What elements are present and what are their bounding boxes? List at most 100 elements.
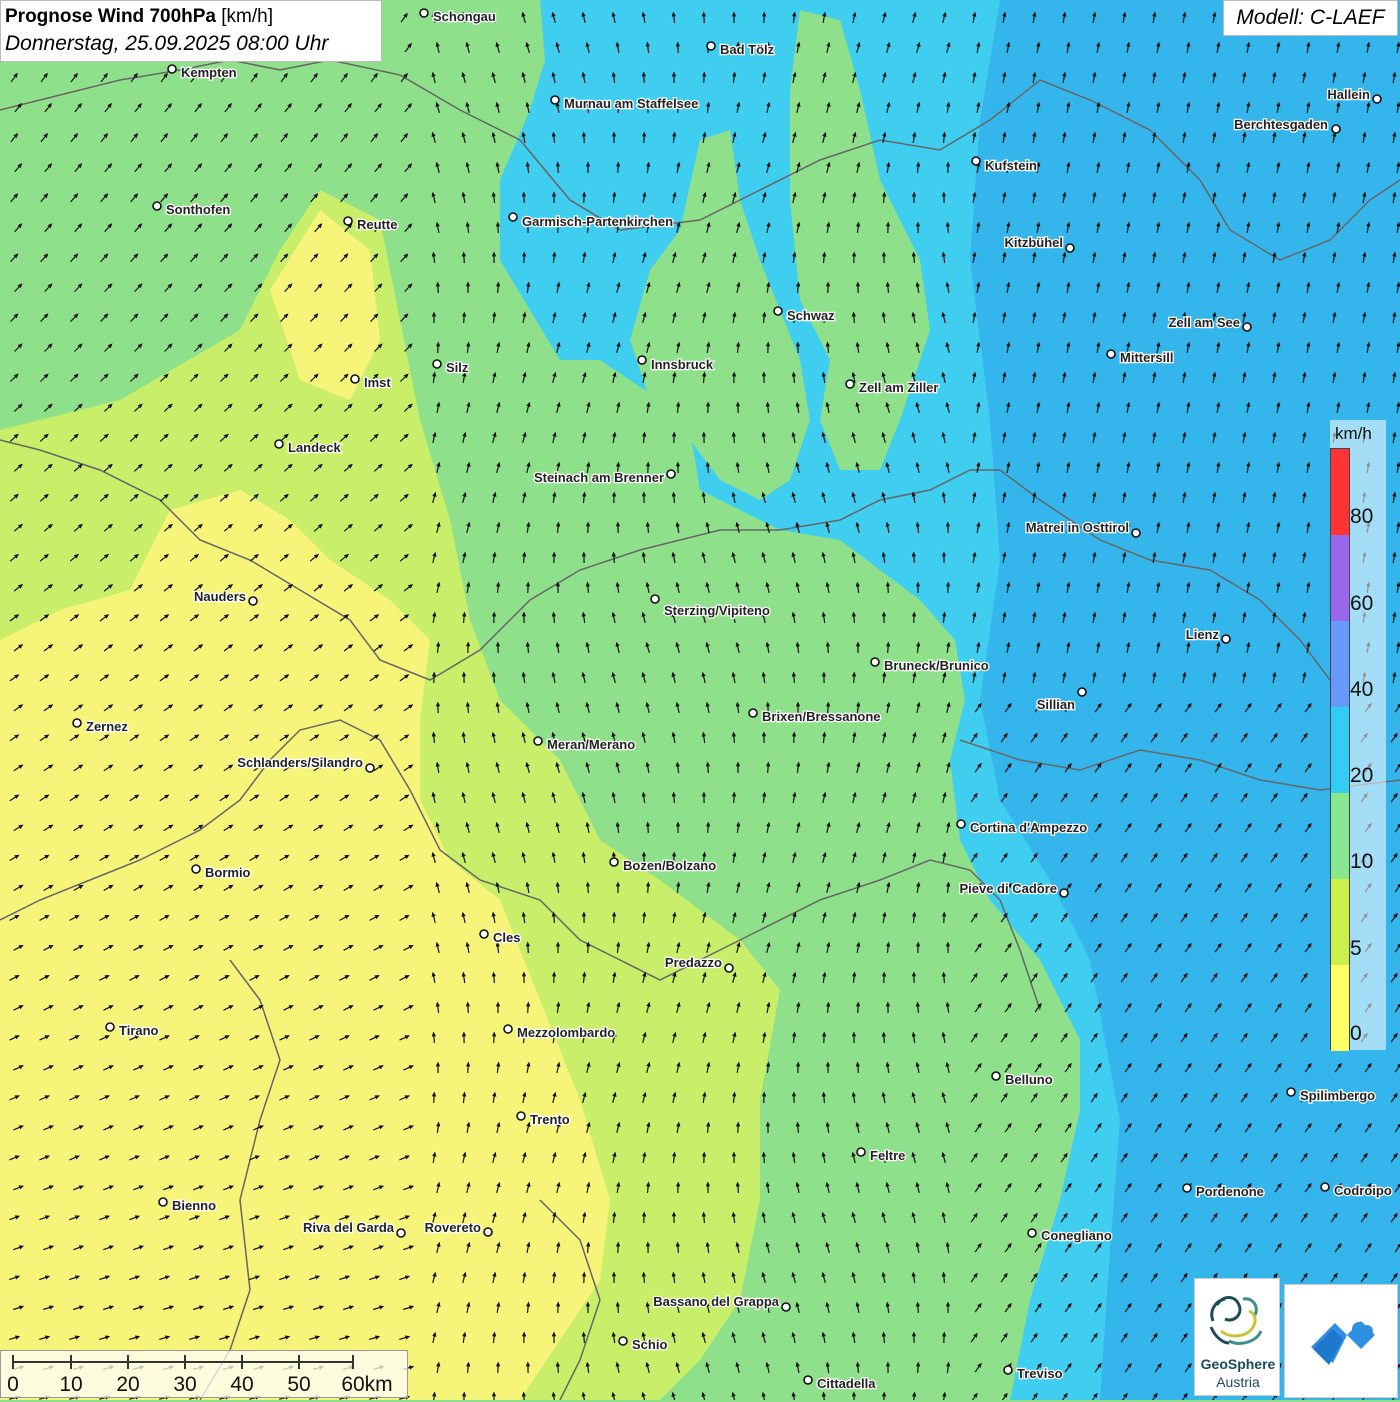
city-label: Treviso <box>1017 1366 1063 1381</box>
city-dot-icon <box>857 1148 865 1156</box>
city-marker: Riva del Garda <box>303 1220 405 1237</box>
city-dot-icon <box>433 360 441 368</box>
city-label: Sillian <box>1037 697 1075 712</box>
city-marker: Pordenone <box>1183 1184 1264 1199</box>
city-dot-icon <box>484 1228 492 1236</box>
city-label: Schio <box>632 1337 667 1352</box>
city-marker: Brixen/Bressanone <box>749 709 881 724</box>
scale-tick <box>184 1355 186 1369</box>
partner-logo[interactable] <box>1284 1284 1398 1398</box>
city-label: Trento <box>530 1112 570 1127</box>
city-label: Pieve di Cadore <box>959 881 1057 896</box>
city-label: Schwaz <box>787 308 835 323</box>
city-marker: Bozen/Bolzano <box>610 858 716 873</box>
city-dot-icon <box>168 65 176 73</box>
city-label: Cittadella <box>817 1376 876 1391</box>
city-dot-icon <box>749 709 757 717</box>
city-label: Imst <box>364 375 391 390</box>
city-dot-icon <box>774 307 782 315</box>
city-label: Kitzbühel <box>1005 235 1064 250</box>
city-label: Tirano <box>119 1023 159 1038</box>
city-label: Berchtesgaden <box>1234 117 1328 132</box>
city-dot-icon <box>1078 688 1086 696</box>
legend-color-segment <box>1331 879 1349 965</box>
city-label: Reutte <box>357 217 397 232</box>
city-label: Kempten <box>181 65 237 80</box>
color-legend: km/h 806040201050 <box>1330 420 1386 1050</box>
city-dot-icon <box>972 157 980 165</box>
city-marker: Zell am Ziller <box>846 380 938 395</box>
city-dot-icon <box>1004 1366 1012 1374</box>
city-label: Kufstein <box>985 158 1037 173</box>
city-dot-icon <box>159 1198 167 1206</box>
city-dot-icon <box>1107 350 1115 358</box>
scale-label: 10 <box>59 1373 82 1397</box>
city-dot-icon <box>504 1025 512 1033</box>
city-dot-icon <box>153 202 161 210</box>
city-dot-icon <box>73 719 81 727</box>
city-dot-icon <box>551 96 559 104</box>
map-title-main: Prognose Wind 700hPa <box>5 6 216 27</box>
city-dot-icon <box>249 597 257 605</box>
city-dot-icon <box>275 440 283 448</box>
city-label: Cles <box>493 930 520 945</box>
city-marker: Murnau am Staffelsee <box>551 96 698 111</box>
legend-label: 20 <box>1350 764 1373 788</box>
city-label: Innsbruck <box>651 357 714 372</box>
city-marker: Schlanders/Silandro <box>237 755 374 772</box>
geosphere-logo[interactable]: GeoSphere Austria <box>1194 1278 1280 1396</box>
geosphere-emblem-icon <box>1195 1281 1281 1357</box>
legend-color-segment <box>1331 449 1349 535</box>
city-label: Matrei in Osttirol <box>1026 520 1129 535</box>
city-label: Pordenone <box>1196 1184 1264 1199</box>
city-dot-icon <box>1183 1184 1191 1192</box>
legend-label: 10 <box>1350 850 1373 874</box>
city-dot-icon <box>420 9 428 17</box>
city-dot-icon <box>1132 529 1140 537</box>
legend-color-segment <box>1331 965 1349 1051</box>
city-label: Cortina d'Ampezzo <box>970 820 1087 835</box>
city-label: Feltre <box>870 1148 905 1163</box>
city-dot-icon <box>707 42 715 50</box>
city-label: Mezzolombardo <box>517 1025 615 1040</box>
scale-label: 50 <box>287 1373 310 1397</box>
legend-label: 40 <box>1350 678 1373 702</box>
city-dot-icon <box>509 213 517 221</box>
city-dot-icon <box>1321 1183 1329 1191</box>
scale-tick <box>127 1355 129 1369</box>
city-dot-icon <box>1060 889 1068 897</box>
legend-label: 80 <box>1350 505 1373 529</box>
city-label: Zell am See <box>1168 315 1240 330</box>
city-label: Murnau am Staffelsee <box>564 96 698 111</box>
city-label: Lienz <box>1186 627 1220 642</box>
city-label: Riva del Garda <box>303 1220 395 1235</box>
city-dot-icon <box>651 595 659 603</box>
legend-color-segment <box>1331 707 1349 793</box>
city-label: Bienno <box>172 1198 216 1213</box>
legend-label: 60 <box>1350 592 1373 616</box>
legend-color-segment <box>1331 535 1349 621</box>
city-dot-icon <box>344 217 352 225</box>
scale-tick <box>241 1355 243 1369</box>
scale-line <box>13 1361 353 1363</box>
city-marker: Conegliano <box>1028 1228 1112 1243</box>
city-label: Brixen/Bressanone <box>762 709 881 724</box>
city-label: Spilimbergo <box>1300 1088 1375 1103</box>
city-dot-icon <box>1287 1088 1295 1096</box>
city-label: Predazzo <box>665 955 722 970</box>
city-dot-icon <box>782 1303 790 1311</box>
city-label: Steinach am Brenner <box>534 470 664 485</box>
geosphere-sub: Austria <box>1195 1374 1281 1390</box>
city-dot-icon <box>610 858 618 866</box>
city-dot-icon <box>397 1229 405 1237</box>
scale-tick <box>352 1355 354 1369</box>
city-marker: Spilimbergo <box>1287 1088 1375 1103</box>
city-label: Schlanders/Silandro <box>237 755 363 770</box>
city-marker: Zell am See <box>1168 315 1251 331</box>
city-label: Zernez <box>86 719 128 734</box>
city-label: Sterzing/Vipiteno <box>664 603 770 618</box>
legend-label: 0 <box>1350 1022 1362 1046</box>
geosphere-name: GeoSphere <box>1195 1356 1281 1372</box>
city-dot-icon <box>517 1112 525 1120</box>
city-label: Belluno <box>1005 1072 1053 1087</box>
